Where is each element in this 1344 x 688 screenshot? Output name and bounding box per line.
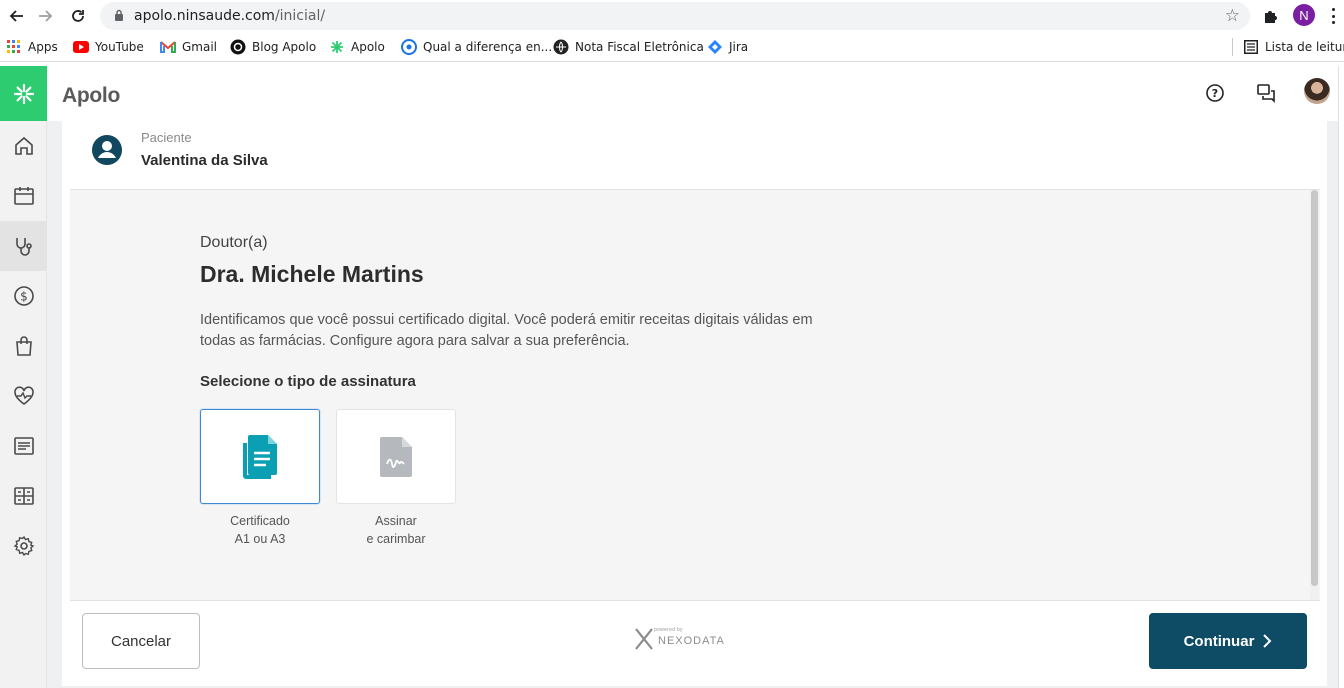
reading-list[interactable]: Lista de leitura — [1243, 39, 1344, 55]
gmail-icon — [160, 39, 176, 55]
app-title: Apolo — [62, 84, 120, 107]
lock-icon — [114, 9, 124, 27]
cancel-button[interactable]: Cancelar — [82, 613, 200, 669]
continue-button[interactable]: Continuar — [1149, 613, 1307, 669]
sidebar-item-home[interactable] — [0, 121, 47, 171]
app-topbar — [47, 66, 1344, 121]
nfe-icon — [553, 39, 569, 55]
report-icon — [13, 437, 34, 455]
dashboard-icon — [13, 487, 34, 505]
modal-scrollbar[interactable] — [1310, 190, 1319, 600]
address-bar[interactable]: apolo.ninsaude.com/inicial/ ☆ — [100, 2, 1250, 30]
bookmark-separator — [1232, 38, 1233, 56]
sidebar-item-attendance[interactable] — [0, 221, 47, 271]
certificate-description: Identificamos que você possui certificad… — [200, 312, 813, 349]
home-icon — [14, 136, 33, 155]
back-arrow-icon[interactable] — [4, 4, 28, 28]
bookmark-star-icon[interactable]: ☆ — [1225, 6, 1240, 26]
blog-icon — [230, 39, 246, 55]
option-digital-certificate-label: Certificado A1 ou A3 — [230, 514, 290, 546]
signed-document-icon — [380, 436, 412, 477]
doctor-label: Doutor(a) — [200, 234, 268, 251]
bookmark-apps[interactable]: Apps — [6, 39, 58, 55]
certificate-document-icon — [243, 434, 277, 479]
bookmark-youtube[interactable]: YouTube — [73, 39, 144, 55]
sidebar-item-calendar[interactable] — [0, 171, 47, 221]
bookmark-qual-a-diferenca[interactable]: Qual a diferença en... — [401, 39, 552, 55]
sidebar-item-settings[interactable] — [0, 521, 47, 571]
signature-type-label: Selecione o tipo de assinatura — [200, 373, 416, 390]
globe-icon — [401, 39, 417, 55]
svg-text:?: ? — [1212, 87, 1218, 100]
scrollbar-thumb[interactable] — [1311, 190, 1318, 586]
bookmark-nota-fiscal[interactable]: Nota Fiscal Eletrônica — [553, 39, 704, 55]
chat-icon[interactable] — [1253, 80, 1279, 106]
svg-text:$: $ — [20, 290, 28, 304]
bookmark-gmail[interactable]: Gmail — [160, 39, 217, 55]
option-sign-and-stamp-label: Assinar e carimbar — [366, 514, 426, 546]
forward-arrow-icon[interactable] — [34, 4, 58, 28]
shopping-bag-icon — [15, 336, 32, 356]
doctor-name: Dra. Michele Martins — [200, 261, 424, 287]
dollar-icon: $ — [13, 286, 34, 306]
patient-name: Valentina da Silva — [141, 152, 268, 169]
reload-icon[interactable] — [66, 4, 90, 28]
bookmark-blog-apolo[interactable]: Blog Apolo — [230, 39, 316, 55]
extensions-puzzle-icon[interactable] — [1262, 7, 1280, 30]
youtube-icon — [73, 39, 89, 55]
sidebar-item-store[interactable] — [0, 321, 47, 371]
chrome-menu-icon[interactable] — [1330, 6, 1336, 26]
bookmark-apolo[interactable]: Apolo — [329, 39, 385, 55]
jira-icon — [707, 39, 723, 55]
user-avatar[interactable] — [1304, 78, 1330, 104]
option-digital-certificate[interactable] — [200, 409, 320, 504]
browser-toolbar: apolo.ninsaude.com/inicial/ ☆ N — [0, 0, 1344, 32]
nexodata-x-icon — [635, 628, 653, 650]
settings-icon — [13, 535, 34, 557]
sidebar-item-dashboard[interactable] — [0, 471, 47, 521]
patient-avatar-icon — [92, 135, 122, 165]
bookmark-jira[interactable]: Jira — [707, 39, 748, 55]
heart-pulse-icon — [13, 386, 34, 405]
calendar-icon — [13, 187, 34, 205]
help-icon[interactable]: ? — [1202, 80, 1228, 106]
profile-avatar[interactable]: N — [1293, 4, 1315, 26]
sidebar-item-finance[interactable]: $ — [0, 271, 47, 321]
window-right-edge — [1338, 66, 1344, 688]
bookmarks-bar: Apps YouTube Gmail Blog Apolo Apolo Qual… — [0, 32, 1344, 62]
sidebar-item-health[interactable] — [0, 371, 47, 421]
chevron-right-icon — [1263, 634, 1272, 648]
nexodata-logo: powered by NEXODATA — [634, 627, 725, 651]
option-sign-and-stamp[interactable] — [336, 409, 456, 504]
reading-list-icon — [1243, 39, 1259, 55]
apps-grid-icon — [6, 39, 22, 55]
apolo-icon — [329, 39, 345, 55]
patient-label: Paciente — [141, 130, 192, 145]
app-logo[interactable] — [0, 66, 47, 121]
stethoscope-icon — [15, 238, 32, 256]
apolo-logo-icon — [13, 83, 34, 104]
url-text: apolo.ninsaude.com/inicial/ — [134, 8, 326, 24]
sidebar-item-reports[interactable] — [0, 421, 47, 471]
